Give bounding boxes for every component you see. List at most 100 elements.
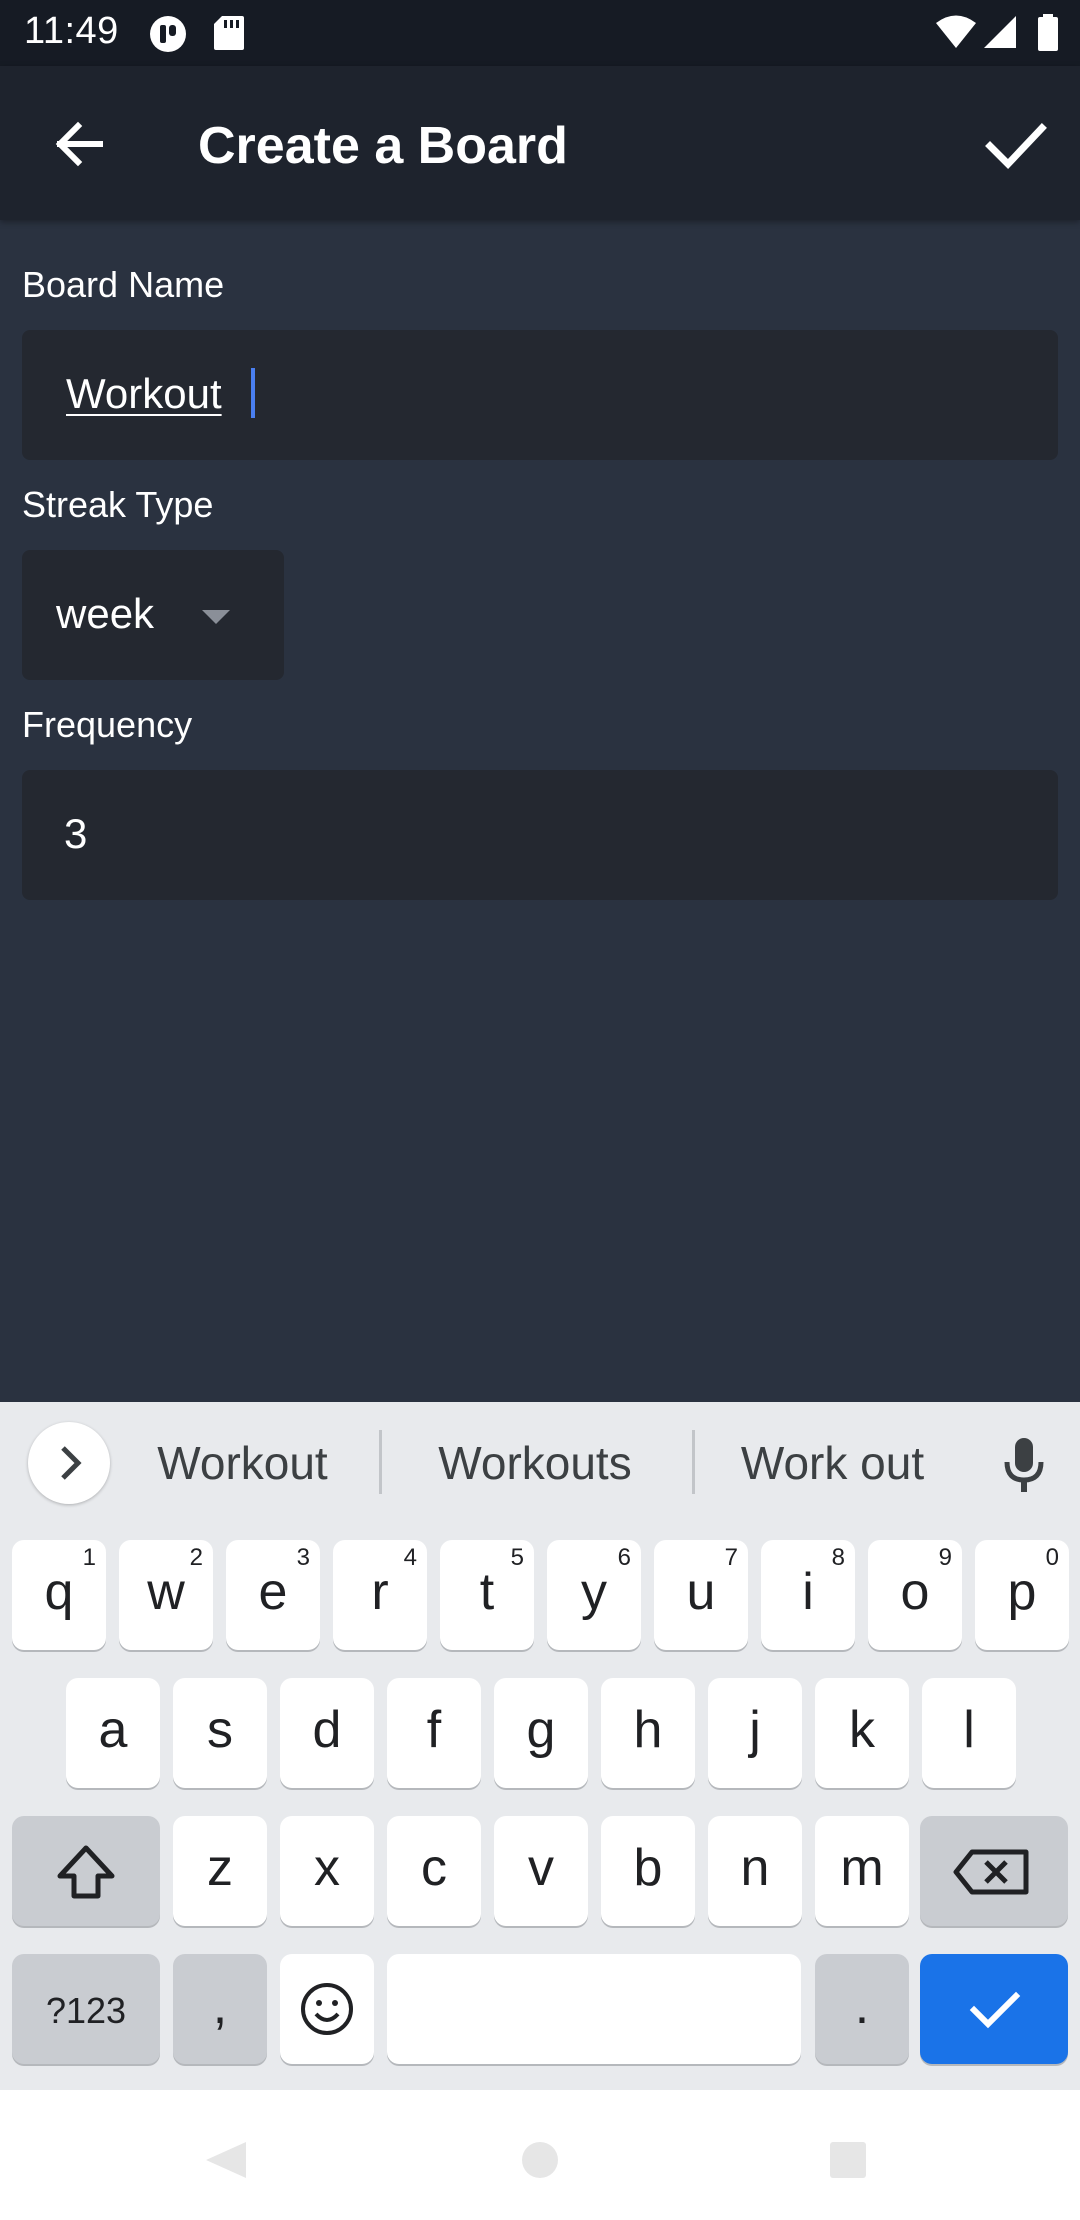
key-z[interactable]: z — [173, 1816, 267, 1926]
streak-type-selected: week — [56, 590, 155, 637]
key-hint: 3 — [296, 1544, 310, 1571]
dropdown-arrow-icon — [202, 610, 230, 624]
microphone-icon — [1004, 1438, 1044, 1492]
back-button[interactable] — [40, 104, 120, 184]
key-hint: 2 — [189, 1544, 203, 1571]
signal-icon — [984, 16, 1016, 48]
frequency-label: Frequency — [22, 704, 193, 745]
suggestion-1[interactable]: Workout — [140, 1436, 345, 1490]
backspace-key[interactable] — [920, 1816, 1068, 1926]
key-letter: h — [633, 1701, 663, 1759]
status-time: 11:49 — [24, 10, 119, 52]
key-p[interactable]: p0 — [975, 1540, 1069, 1650]
key-j[interactable]: j — [708, 1678, 802, 1788]
key-u[interactable]: u7 — [654, 1540, 748, 1650]
shift-icon — [57, 1845, 115, 1899]
key-i[interactable]: i8 — [761, 1540, 855, 1650]
key-s[interactable]: s — [173, 1678, 267, 1788]
battery-icon — [1038, 14, 1058, 51]
key-g[interactable]: g — [494, 1678, 588, 1788]
key-letter: c — [421, 1839, 447, 1897]
key-hint: 0 — [1045, 1544, 1059, 1571]
key-m[interactable]: m — [815, 1816, 909, 1926]
frequency-value: 3 — [64, 810, 88, 857]
key-a[interactable]: a — [66, 1678, 160, 1788]
space-key[interactable] — [387, 1954, 801, 2064]
suggestion-strip: Workout Workouts Work out — [0, 1402, 1080, 1530]
key-v[interactable]: v — [494, 1816, 588, 1926]
comma-key[interactable]: , — [173, 1954, 267, 2064]
suggestion-2[interactable]: Workouts — [415, 1436, 655, 1490]
key-letter: j — [749, 1701, 761, 1759]
emoji-icon — [301, 1983, 353, 2035]
key-e[interactable]: e3 — [226, 1540, 320, 1650]
key-f[interactable]: f — [387, 1678, 481, 1788]
key-letter: , — [212, 1977, 228, 2035]
key-letter: f — [426, 1701, 442, 1759]
key-letter: v — [528, 1839, 554, 1897]
nav-home-icon[interactable] — [518, 2140, 562, 2180]
back-arrow-icon — [55, 121, 103, 167]
key-letter: d — [312, 1701, 342, 1759]
text-cursor — [251, 368, 255, 418]
streak-type-dropdown[interactable]: week — [22, 550, 284, 680]
key-letter: m — [840, 1839, 884, 1897]
suggestion-divider — [379, 1430, 382, 1494]
enter-key[interactable] — [920, 1954, 1068, 2064]
app-icon — [150, 16, 186, 52]
status-bar: 11:49 — [0, 0, 1080, 66]
key-letter: z — [207, 1839, 233, 1897]
board-name-value: Workout — [66, 370, 222, 417]
key-r[interactable]: r4 — [333, 1540, 427, 1650]
key-letter: x — [314, 1839, 340, 1897]
check-icon — [985, 123, 1047, 170]
key-k[interactable]: k — [815, 1678, 909, 1788]
key-hint: 6 — [617, 1544, 631, 1571]
nav-back-icon[interactable] — [200, 2140, 250, 2180]
key-b[interactable]: b — [601, 1816, 695, 1926]
key-hint: 8 — [831, 1544, 845, 1571]
key-n[interactable]: n — [708, 1816, 802, 1926]
key-letter: . — [854, 1977, 870, 2035]
key-c[interactable]: c — [387, 1816, 481, 1926]
key-letter: n — [740, 1839, 770, 1897]
expand-suggestions-button[interactable] — [28, 1422, 110, 1504]
symbols-label: ?123 — [45, 1990, 127, 2031]
voice-input-button[interactable] — [1000, 1434, 1048, 1503]
shift-key[interactable] — [12, 1816, 160, 1926]
suggestion-3[interactable]: Work out — [720, 1436, 945, 1490]
key-q[interactable]: q1 — [12, 1540, 106, 1650]
key-o[interactable]: o9 — [868, 1540, 962, 1650]
key-letter: b — [633, 1839, 663, 1897]
app-bar: Create a Board — [0, 66, 1080, 220]
key-hint: 7 — [724, 1544, 738, 1571]
period-key[interactable]: . — [815, 1954, 909, 2064]
nav-recents-icon[interactable] — [826, 2140, 870, 2180]
key-letter: k — [849, 1701, 875, 1759]
key-y[interactable]: y6 — [547, 1540, 641, 1650]
key-hint: 4 — [403, 1544, 417, 1571]
frequency-field[interactable]: 3 — [22, 770, 1058, 900]
symbols-key[interactable]: ?123 — [12, 1954, 160, 2064]
sd-card-icon — [214, 16, 244, 50]
chevron-right-icon — [61, 1446, 82, 1480]
confirm-button[interactable] — [970, 104, 1060, 184]
key-l[interactable]: l — [922, 1678, 1016, 1788]
key-hint: 9 — [938, 1544, 952, 1571]
key-d[interactable]: d — [280, 1678, 374, 1788]
key-letter: g — [526, 1701, 556, 1759]
page-title: Create a Board — [198, 117, 568, 175]
key-letter: l — [963, 1701, 975, 1759]
key-t[interactable]: t5 — [440, 1540, 534, 1650]
key-x[interactable]: x — [280, 1816, 374, 1926]
key-letter: a — [98, 1701, 128, 1759]
key-letter: s — [207, 1701, 233, 1759]
key-h[interactable]: h — [601, 1678, 695, 1788]
board-name-label: Board Name — [22, 264, 225, 305]
emoji-key[interactable] — [280, 1954, 374, 2064]
streak-type-label: Streak Type — [22, 484, 214, 525]
navigation-bar — [0, 2090, 1080, 2220]
key-hint: 1 — [82, 1544, 96, 1571]
key-w[interactable]: w2 — [119, 1540, 213, 1650]
board-name-field[interactable]: Workout — [22, 330, 1058, 460]
